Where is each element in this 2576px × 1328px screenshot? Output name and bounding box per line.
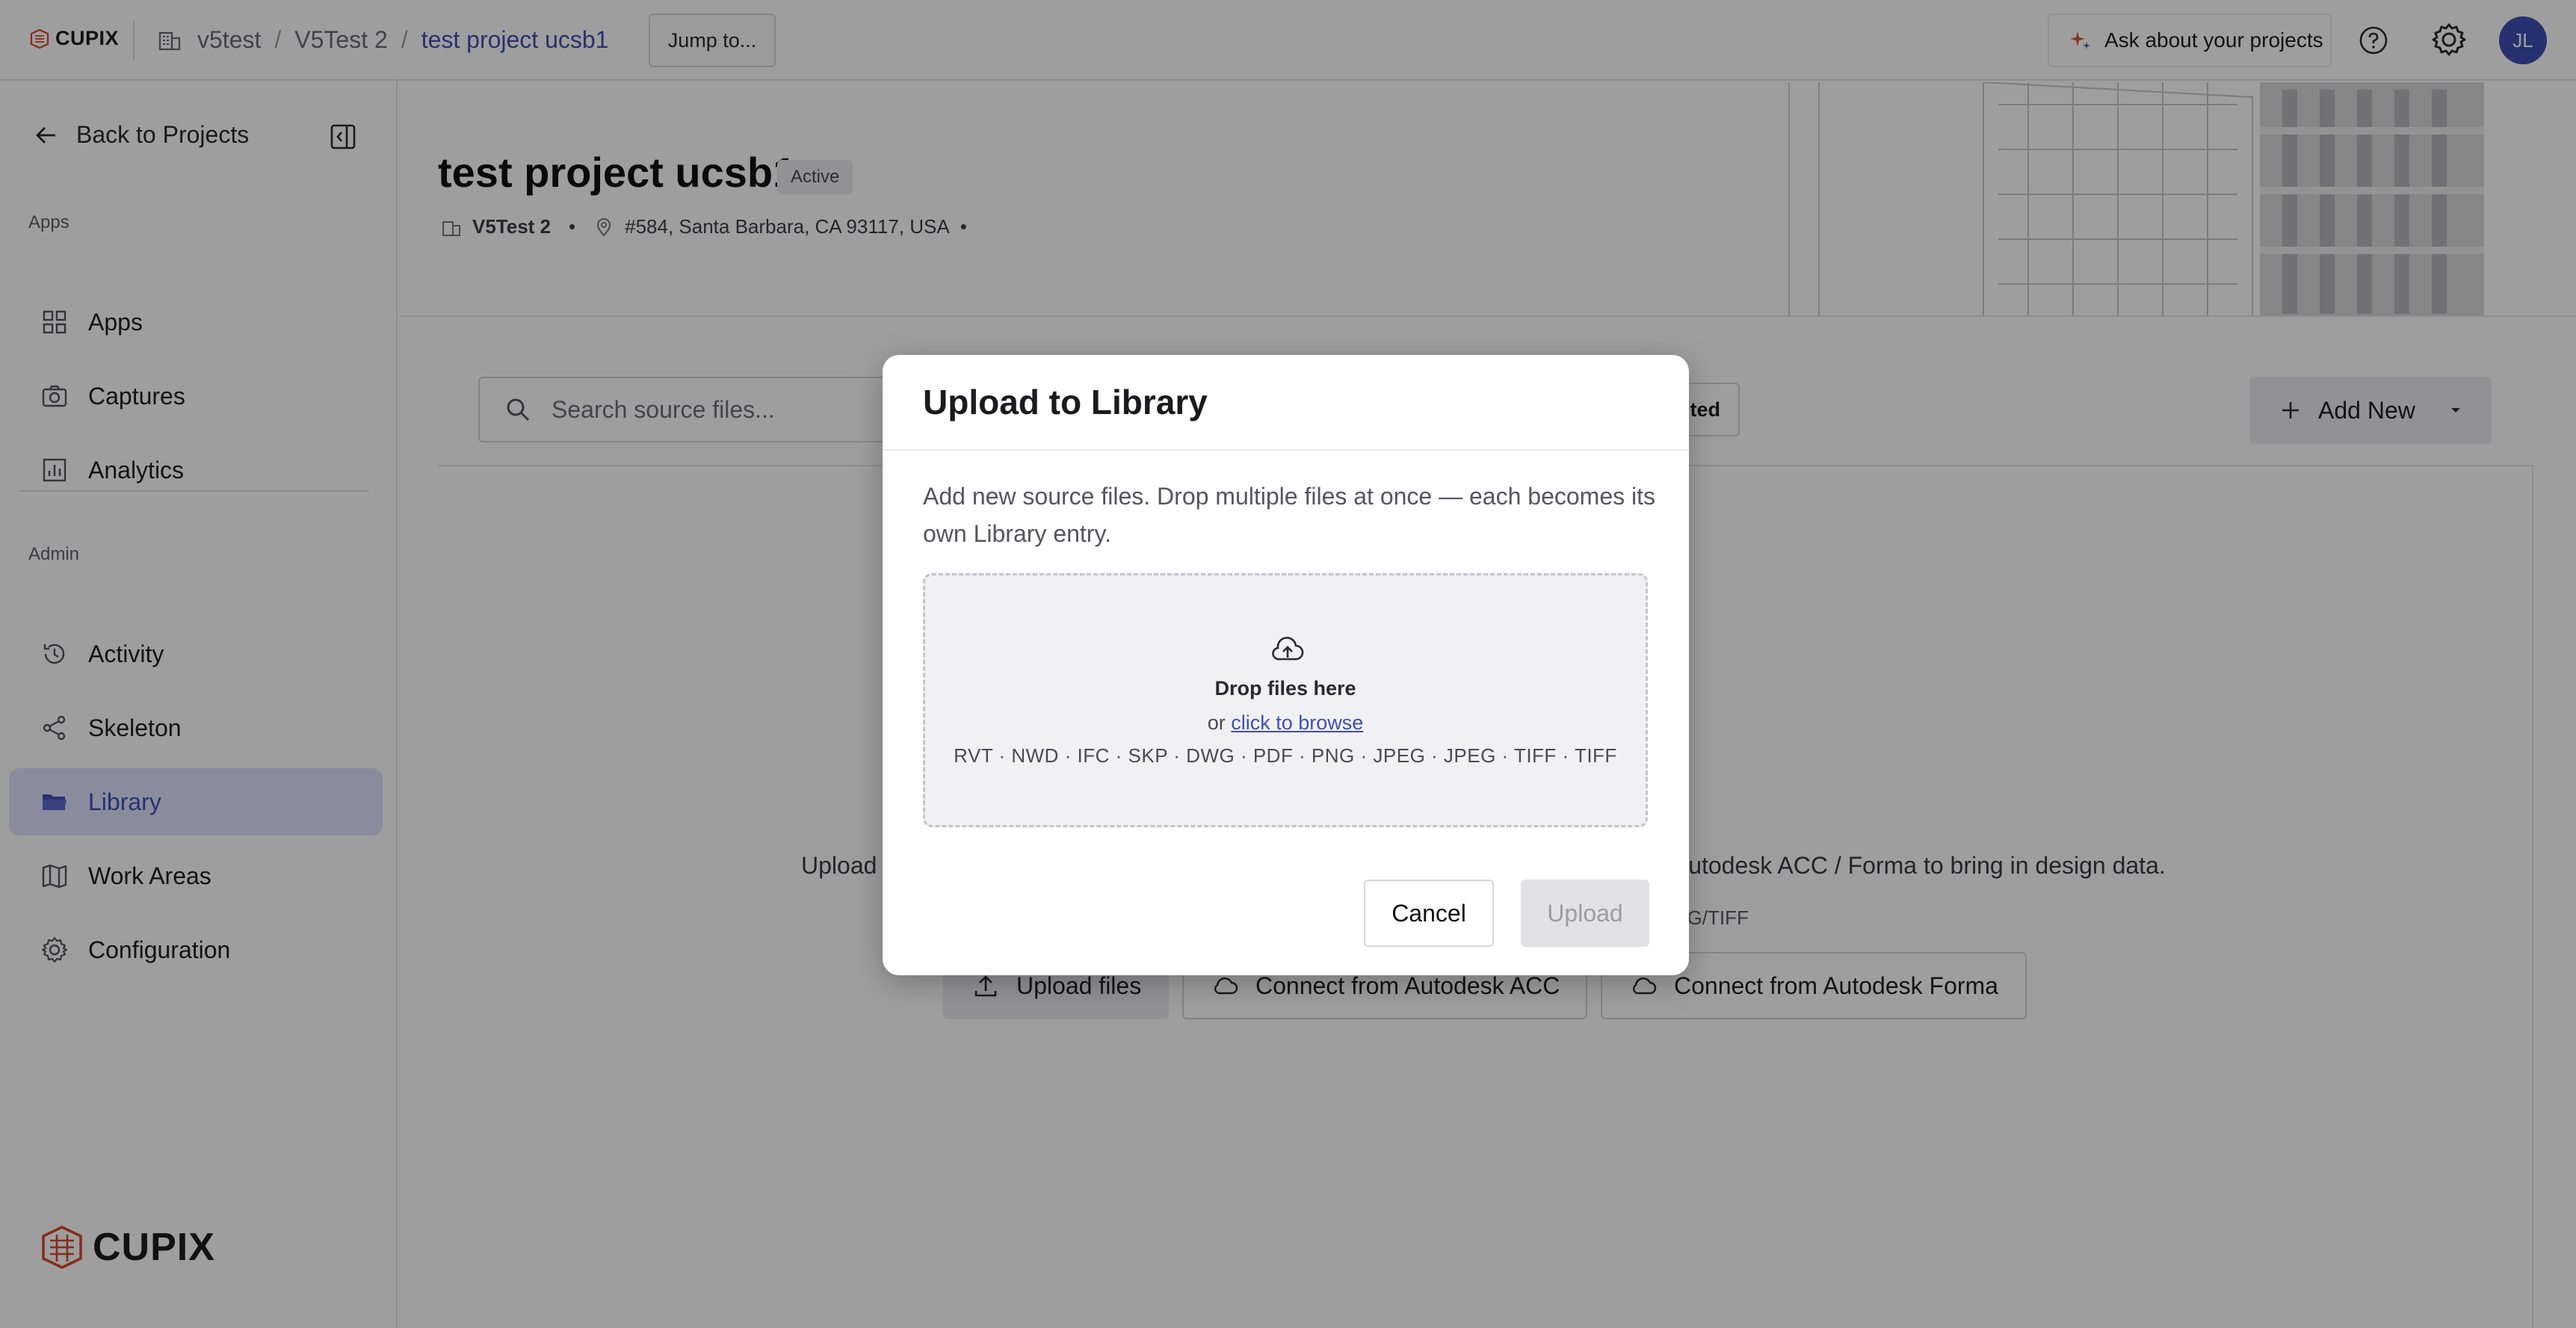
dropzone-title: Drop files here	[1214, 677, 1356, 699]
divider	[883, 449, 1689, 451]
supported-formats: RVT · NWD · IFC · SKP · DWG · PDF · PNG …	[954, 744, 1617, 767]
upload-button[interactable]: Upload	[1521, 880, 1649, 947]
browse-link[interactable]: click to browse	[1231, 711, 1363, 734]
file-dropzone[interactable]: Drop files here or click to browse RVT ·…	[923, 573, 1648, 827]
dialog-title: Upload to Library	[923, 383, 1208, 421]
upload-dialog: Upload to Library Add new source files. …	[883, 355, 1689, 975]
browse-prefix: or	[1207, 711, 1226, 734]
dropzone-browse-line: or click to browse	[925, 711, 1646, 735]
cloud-upload-icon	[1272, 637, 1304, 661]
cancel-button[interactable]: Cancel	[1364, 880, 1494, 947]
dialog-description: Add new source files. Drop multiple file…	[923, 483, 1656, 547]
